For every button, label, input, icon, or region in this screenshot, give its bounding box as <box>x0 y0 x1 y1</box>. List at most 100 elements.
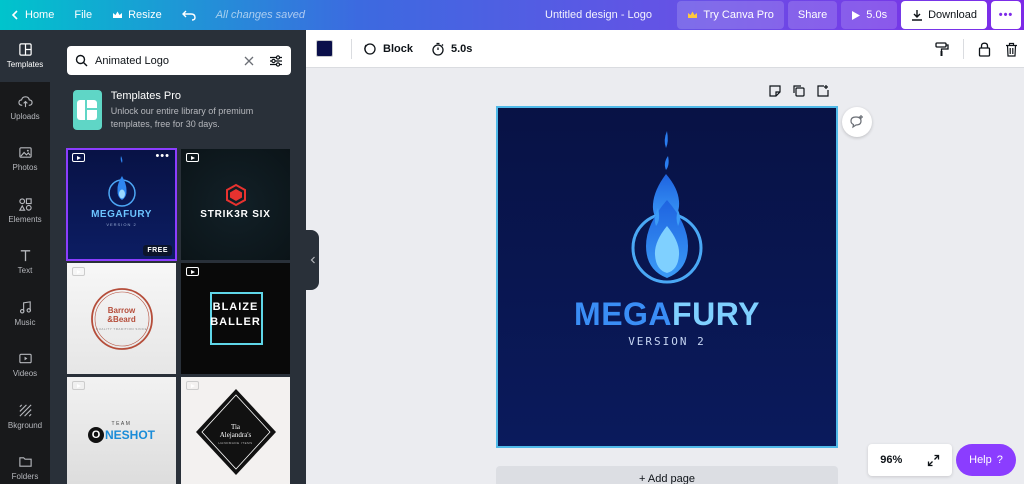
help-label: Help <box>969 454 992 466</box>
undo-icon <box>181 10 196 21</box>
download-label: Download <box>928 9 977 21</box>
promo-description: Unlock our entire library of premium tem… <box>110 106 254 129</box>
home-button[interactable]: Home <box>0 0 64 30</box>
templates-panel: Templates Pro Unlock our entire library … <box>50 30 306 484</box>
flame-logo <box>631 131 703 284</box>
template-oneshot-o: O <box>87 427 104 443</box>
help-button[interactable]: Help ? <box>956 444 1016 476</box>
timer-icon <box>432 42 444 56</box>
share-button[interactable]: Share <box>787 1 838 29</box>
rail-item-elements[interactable]: Elements <box>0 185 50 237</box>
zoom-value: 96% <box>880 454 903 466</box>
template-striker-six[interactable]: STRIK3R SIX <box>181 149 290 260</box>
rail-item-photos[interactable]: Photos <box>0 133 50 185</box>
crown-icon <box>688 11 698 18</box>
template-tia-alejandras[interactable]: Tia Alejandra's HANDMADE ITEMS <box>181 377 290 484</box>
file-label: File <box>74 9 93 21</box>
animated-badge-icon <box>72 267 85 276</box>
video-icon <box>18 353 32 364</box>
close-icon[interactable] <box>244 56 254 66</box>
template-barrow-title: Barrow <box>107 306 136 315</box>
templates-pro-promo[interactable]: Templates Pro Unlock our entire library … <box>73 90 293 132</box>
rail-item-templates[interactable]: Templates <box>0 30 50 82</box>
rail-item-uploads[interactable]: Uploads <box>0 82 50 134</box>
template-barrow-subtitle: QUALITY TRADITION SINCE <box>95 327 148 331</box>
side-rail: Templates Uploads Photos Elements Text M… <box>0 30 50 484</box>
duration-label: 5.0s <box>450 42 473 55</box>
template-megafury-title: MEGAFURY <box>91 209 152 220</box>
rail-label: Elements <box>8 214 42 224</box>
undo-button[interactable] <box>172 0 206 30</box>
expand-icon[interactable] <box>927 454 940 467</box>
template-oneshot-rest: NESHOT <box>104 428 155 442</box>
search-icon <box>75 54 88 67</box>
rail-label: Videos <box>12 369 38 379</box>
template-megafury[interactable]: MEGAFURY VERSION 2 ••• FREE <box>66 148 177 261</box>
file-menu[interactable]: File <box>64 0 102 30</box>
background-icon <box>18 404 32 417</box>
template-striker-title: STRIK3R SIX <box>200 209 271 220</box>
crown-icon <box>113 11 123 18</box>
template-megafury-subtitle: VERSION 2 <box>106 222 137 227</box>
add-comment-button[interactable] <box>842 107 872 137</box>
resize-label: Resize <box>128 9 162 21</box>
page-actions <box>768 84 830 98</box>
toolbar-right <box>935 30 1018 68</box>
paint-roller-icon[interactable] <box>935 41 949 57</box>
filter-icon[interactable] <box>269 54 283 67</box>
color-swatch[interactable] <box>316 40 333 57</box>
animation-block-button[interactable]: Block <box>362 42 413 56</box>
animated-badge-icon <box>72 153 85 162</box>
add-page-icon[interactable] <box>816 84 830 98</box>
rail-label: Folders <box>11 472 39 482</box>
canvas-title-part2: FURY <box>672 296 760 332</box>
duplicate-icon[interactable] <box>792 84 806 98</box>
canvas-title-part1: MEGA <box>574 296 673 332</box>
canvas-subtitle[interactable]: VERSION 2 <box>498 335 836 348</box>
rail-label: Uploads <box>10 111 40 121</box>
template-oneshot[interactable]: TEAM O NESHOT <box>67 377 176 484</box>
rail-item-background[interactable]: Bkground <box>0 391 50 443</box>
design-canvas[interactable]: MEGAFURY VERSION 2 <box>496 106 838 448</box>
collapse-panel-button[interactable] <box>306 230 319 290</box>
folder-icon <box>18 457 32 467</box>
help-icon: ? <box>996 454 1003 466</box>
rail-item-folders[interactable]: Folders <box>0 442 50 484</box>
top-bar: Home File Resize All changes saved Untit… <box>0 0 1024 30</box>
template-tia-line2: Alejandra's <box>219 431 252 439</box>
search-box <box>67 46 291 75</box>
add-page-label: + Add page <box>639 473 695 484</box>
templates-pro-icon <box>73 90 102 130</box>
canvas-title[interactable]: MEGAFURY <box>498 296 836 333</box>
zoom-control[interactable]: 96% <box>868 444 952 476</box>
duration-button[interactable]: 5.0s <box>431 42 472 56</box>
note-icon[interactable] <box>768 84 782 98</box>
top-actions: Try Canva Pro Share 5.0s Download ••• <box>677 0 1021 30</box>
lock-icon[interactable] <box>978 42 991 57</box>
more-options-button[interactable]: ••• <box>991 1 1021 29</box>
play-icon <box>852 10 861 20</box>
template-barrow-beard[interactable]: Barrow &Beard QUALITY TRADITION SINCE <box>67 263 176 374</box>
document-title[interactable]: Untitled design - Logo <box>545 0 652 30</box>
music-icon <box>19 300 31 314</box>
add-page-button[interactable]: + Add page <box>496 466 838 484</box>
trash-icon[interactable] <box>1005 42 1018 57</box>
templates-icon <box>18 43 32 56</box>
home-label: Home <box>25 9 55 21</box>
rail-item-videos[interactable]: Videos <box>0 339 50 391</box>
play-button[interactable]: 5.0s <box>841 1 898 29</box>
try-pro-button[interactable]: Try Canva Pro <box>677 1 784 29</box>
rail-item-music[interactable]: Music <box>0 288 50 340</box>
play-duration: 5.0s <box>866 9 888 21</box>
resize-button[interactable]: Resize <box>102 0 172 30</box>
search-input[interactable] <box>95 54 237 67</box>
rail-label: Templates <box>6 60 44 70</box>
more-icon[interactable]: ••• <box>155 150 170 162</box>
download-button[interactable]: Download <box>901 1 987 29</box>
upload-icon <box>17 95 33 107</box>
rail-label: Text <box>17 266 33 276</box>
template-blaize-baller[interactable]: BLAIZE BALLER <box>181 263 290 374</box>
animated-badge-icon <box>72 381 85 390</box>
free-badge: FREE <box>143 245 172 256</box>
rail-item-text[interactable]: Text <box>0 236 50 288</box>
